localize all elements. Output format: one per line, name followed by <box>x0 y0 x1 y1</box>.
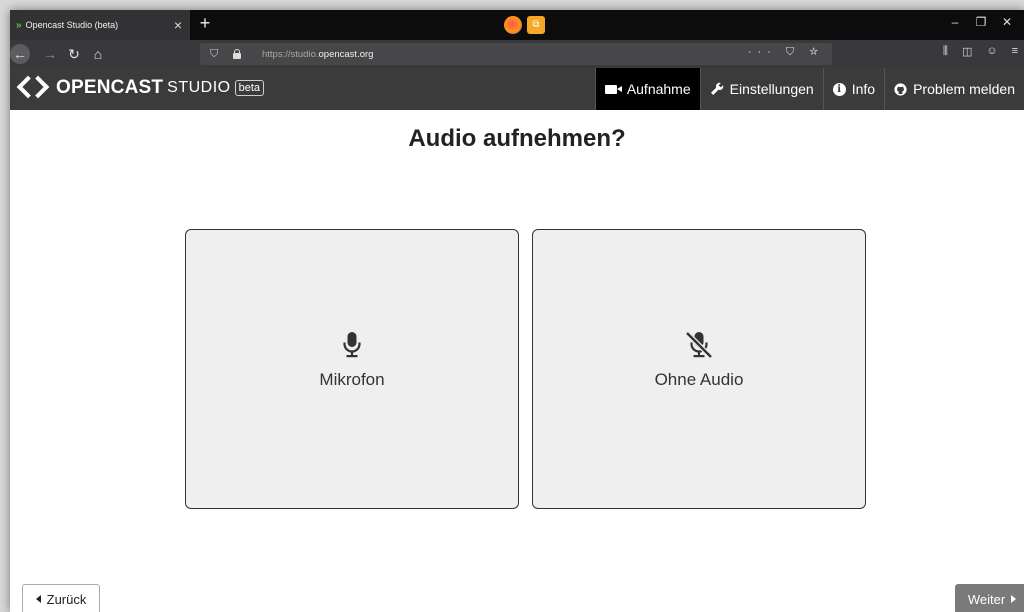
nav-info-label: Info <box>851 81 876 97</box>
video-camera-icon <box>604 84 622 94</box>
extension-icon[interactable]: ⧉ <box>527 16 545 34</box>
lock-icon[interactable] <box>232 49 242 59</box>
back-button-label: Zurück <box>46 591 87 607</box>
beta-badge: beta <box>234 80 265 96</box>
browser-tab[interactable]: » Opencast Studio (beta) × <box>10 10 190 40</box>
logo-studio: STUDIO <box>167 79 231 96</box>
page-title: Audio aufnehmen? <box>408 125 626 152</box>
next-button[interactable]: Weiter <box>955 584 1024 612</box>
browser-window: » Opencast Studio (beta) × + ⧉ – ❐ ✕ ← →… <box>10 10 1024 612</box>
main-content: Audio aufnehmen? Mikrofon Ohne Audio Zur… <box>10 110 1024 612</box>
nav-info[interactable]: i Info <box>822 68 884 110</box>
caret-right-icon <box>1011 595 1017 603</box>
tab-title: Opencast Studio (beta) <box>25 20 119 30</box>
home-icon[interactable]: ⌂ <box>88 44 108 64</box>
nav-aufnahme[interactable]: Aufnahme <box>594 68 700 110</box>
firefox-icon[interactable] <box>504 16 522 34</box>
app-header: OPENCAST STUDIO beta Aufnahme Einstellun… <box>10 68 1024 110</box>
tab-strip: » Opencast Studio (beta) × + ⧉ – ❐ ✕ <box>10 10 1024 40</box>
nav-problem-melden[interactable]: Problem melden <box>884 68 1024 110</box>
forward-arrow-icon[interactable]: → <box>40 44 60 64</box>
next-button-label: Weiter <box>967 591 1006 607</box>
github-icon <box>894 82 907 96</box>
microphone-slash-icon <box>685 331 713 359</box>
logo-wordmark: OPENCAST <box>56 77 164 98</box>
app-nav: Aufnahme Einstellungen i Info Problem me… <box>594 68 1024 110</box>
caret-left-icon <box>35 595 41 603</box>
info-circle-icon: i <box>832 82 846 96</box>
option-no-audio-button[interactable]: Ohne Audio <box>532 229 866 509</box>
sidebar-icon[interactable]: ◫ <box>962 45 972 58</box>
nav-einstellungen-label: Einstellungen <box>729 81 814 97</box>
navigation-bar: ← → ↻ ⌂ ⛉ https://studio.opencast.org ··… <box>10 40 1024 68</box>
maximize-button[interactable]: ❐ <box>968 15 994 29</box>
option-microphone-button[interactable]: Mikrofon <box>185 229 519 509</box>
back-button[interactable]: Zurück <box>22 584 100 612</box>
back-arrow-icon[interactable]: ← <box>10 44 30 64</box>
nav-problem-melden-label: Problem melden <box>913 81 1015 97</box>
favicon-icon: » <box>16 19 22 31</box>
menu-icon[interactable]: ≡ <box>1012 45 1018 58</box>
close-window-button[interactable]: ✕ <box>994 15 1020 29</box>
account-icon[interactable]: ☺ <box>986 45 997 58</box>
option-microphone-label: Mikrofon <box>319 370 385 389</box>
tab-close-icon[interactable]: × <box>170 17 186 33</box>
toolbar-icons: ⫼ ◫ ☺ ≡ <box>943 45 1018 58</box>
url-bar[interactable]: ⛉ https://studio.opencast.org ··· ⛉ ☆ <box>200 43 832 65</box>
shield-icon[interactable]: ⛉ <box>210 48 224 61</box>
page-actions-icon[interactable]: ··· ⛉ ☆ <box>748 46 824 59</box>
logo-mark-icon <box>16 75 50 101</box>
option-no-audio-label: Ohne Audio <box>654 370 744 389</box>
library-icon[interactable]: ⫼ <box>943 45 948 58</box>
new-tab-button[interactable]: + <box>196 13 214 34</box>
reload-icon[interactable]: ↻ <box>64 44 84 64</box>
microphone-icon <box>343 332 361 358</box>
wrench-icon <box>710 82 724 96</box>
minimize-button[interactable]: – <box>942 15 968 29</box>
nav-aufnahme-label: Aufnahme <box>626 81 691 97</box>
nav-einstellungen[interactable]: Einstellungen <box>699 68 823 110</box>
opencast-logo[interactable]: OPENCAST STUDIO beta <box>16 75 265 101</box>
url-text[interactable]: https://studio.opencast.org <box>262 49 373 60</box>
